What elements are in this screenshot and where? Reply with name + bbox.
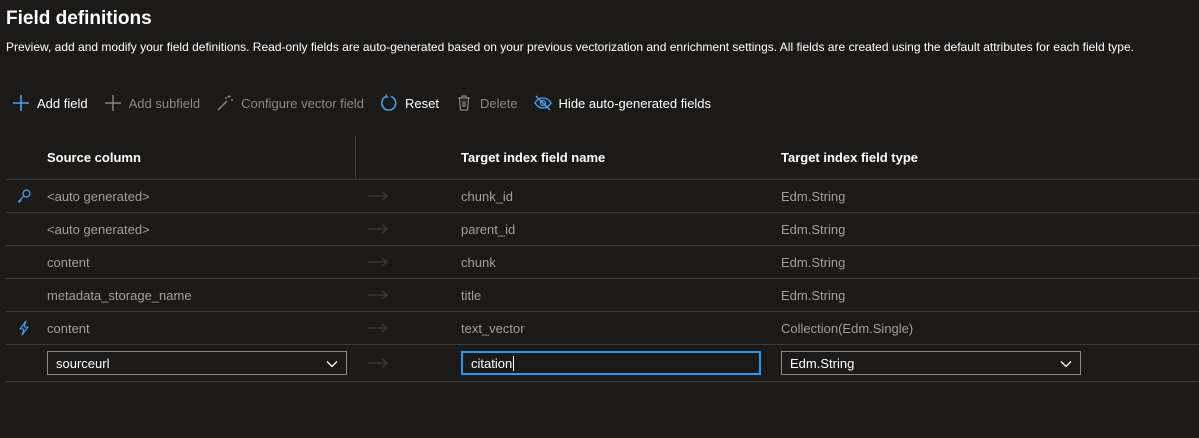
field-definitions-grid: Source column Target index field name Ta… (6, 136, 1199, 382)
table-row[interactable]: metadata_storage_name title Edm.String (6, 279, 1199, 312)
type-cell: Edm.String (781, 345, 1081, 381)
source-cell: <auto generated> (47, 221, 150, 237)
column-header-name: Target index field name (461, 150, 606, 165)
field-name-value: citation (471, 355, 513, 371)
field-name-input[interactable]: citation (461, 351, 761, 375)
source-column-dropdown[interactable]: sourceurl (47, 351, 347, 375)
chevron-down-icon (1060, 356, 1072, 371)
hide-auto-generated-button[interactable]: Hide auto-generated fields (533, 91, 712, 115)
source-cell: metadata_storage_name (47, 287, 192, 303)
magic-wand-icon (216, 94, 234, 112)
table-row[interactable]: <auto generated> chunk_id Edm.String (6, 180, 1199, 213)
name-cell: citation (461, 345, 761, 381)
name-cell: parent_id (461, 221, 516, 237)
plus-icon (12, 94, 30, 112)
type-cell: Collection(Edm.Single) (781, 320, 914, 336)
source-dropdown-value: sourceurl (56, 355, 110, 371)
key-icon (14, 180, 34, 212)
reset-label: Reset (405, 95, 439, 111)
add-field-label: Add field (37, 95, 88, 111)
table-row[interactable]: content text_vector Collection(Edm.Singl… (6, 312, 1199, 345)
eye-off-icon (533, 94, 552, 112)
toolbar: Add field Add subfield Configure vector … (12, 91, 727, 115)
field-type-dropdown[interactable]: Edm.String (781, 351, 1081, 375)
column-header-source: Source column (47, 150, 141, 165)
arrow-right-icon (366, 246, 390, 278)
table-row[interactable]: <auto generated> parent_id Edm.String (6, 213, 1199, 246)
column-header-type: Target index field type (781, 150, 919, 165)
name-cell: chunk_id (461, 188, 514, 204)
lightning-icon (14, 312, 34, 344)
type-cell: Edm.String (781, 254, 846, 270)
grid-header: Source column Target index field name Ta… (6, 136, 1199, 180)
name-cell: title (461, 287, 482, 303)
table-row[interactable]: content chunk Edm.String (6, 246, 1199, 279)
edit-row: sourceurl citation Edm.String (6, 345, 1199, 382)
reset-button[interactable]: Reset (380, 91, 439, 115)
source-cell: sourceurl (47, 345, 347, 381)
refresh-icon (380, 94, 398, 112)
type-cell: Edm.String (781, 188, 846, 204)
arrow-right-icon (366, 213, 390, 245)
name-cell: chunk (461, 254, 496, 270)
delete-label: Delete (479, 95, 518, 111)
hide-auto-generated-label: Hide auto-generated fields (558, 95, 712, 111)
arrow-right-icon (366, 345, 390, 381)
configure-vector-field-button[interactable]: Configure vector field (216, 91, 364, 115)
source-cell: content (47, 320, 90, 336)
type-dropdown-value: Edm.String (790, 355, 855, 371)
add-field-button[interactable]: Add field (12, 91, 88, 115)
text-cursor (513, 355, 515, 371)
page-description: Preview, add and modify your field defin… (6, 40, 1134, 54)
source-cell: <auto generated> (47, 188, 150, 204)
plus-icon (104, 94, 122, 112)
page-title: Field definitions (6, 8, 152, 29)
arrow-right-icon (366, 279, 390, 311)
type-cell: Edm.String (781, 221, 846, 237)
chevron-down-icon (326, 356, 338, 371)
column-divider (355, 136, 356, 179)
trash-icon (455, 94, 473, 112)
source-cell: content (47, 254, 90, 270)
type-cell: Edm.String (781, 287, 846, 303)
arrow-right-icon (366, 312, 390, 344)
arrow-right-icon (366, 180, 390, 212)
name-cell: text_vector (461, 320, 525, 336)
configure-vector-field-label: Configure vector field (241, 95, 364, 111)
add-subfield-button[interactable]: Add subfield (104, 91, 201, 115)
delete-button[interactable]: Delete (455, 91, 518, 115)
add-subfield-label: Add subfield (128, 95, 201, 111)
